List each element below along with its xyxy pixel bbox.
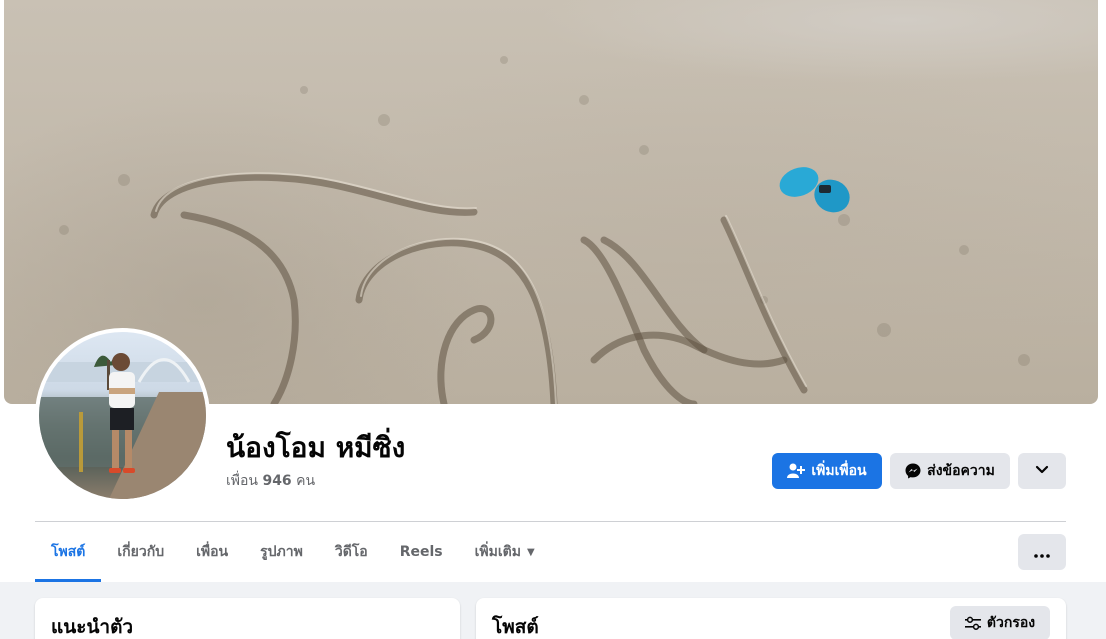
profile-avatar[interactable] bbox=[35, 328, 210, 503]
avatar-photo-art bbox=[39, 353, 206, 499]
intro-card: แนะนำตัว bbox=[35, 598, 460, 639]
add-friend-button[interactable]: เพิ่มเพื่อน bbox=[772, 453, 882, 489]
tab-more-label: เพิ่มเติม bbox=[474, 544, 521, 560]
profile-options-button[interactable] bbox=[1018, 453, 1066, 489]
tab-photos[interactable]: รูปภาพ bbox=[244, 522, 319, 582]
person-plus-icon bbox=[787, 463, 806, 479]
friend-count-number: 946 bbox=[262, 473, 292, 489]
tab-more[interactable]: เพิ่มเติม ▼ bbox=[459, 522, 551, 582]
tab-friends[interactable]: เพื่อน bbox=[180, 522, 244, 582]
tab-posts[interactable]: โพสต์ bbox=[35, 522, 102, 582]
filter-button[interactable]: ตัวกรอง bbox=[950, 606, 1050, 639]
filter-label: ตัวกรอง bbox=[986, 615, 1036, 631]
add-friend-label: เพิ่มเพื่อน bbox=[811, 463, 867, 479]
friend-count[interactable]: เพื่อน 946 คน bbox=[226, 470, 315, 492]
profile-tabs: โพสต์ เกี่ยวกับ เพื่อน รูปภาพ วิดีโอ Ree… bbox=[35, 522, 551, 582]
message-label: ส่งข้อความ bbox=[927, 463, 995, 479]
profile-header: น้องโอม หมีซิ่ง เพื่อน 946 คน เพิ่มเพื่อ… bbox=[0, 0, 1106, 582]
message-button[interactable]: ส่งข้อความ bbox=[890, 453, 1010, 489]
tab-reels[interactable]: Reels bbox=[384, 522, 459, 582]
posts-title: โพสต์ bbox=[492, 616, 539, 638]
sliders-icon bbox=[964, 616, 981, 630]
tab-videos[interactable]: วิดีโอ bbox=[319, 522, 384, 582]
intro-title: แนะนำตัว bbox=[51, 616, 134, 638]
more-dots-icon bbox=[1034, 542, 1050, 563]
friend-count-unit: คน bbox=[296, 473, 316, 489]
chevron-down-icon bbox=[1035, 463, 1049, 479]
profile-name: น้องโอม หมีซิ่ง bbox=[226, 431, 406, 464]
tab-about[interactable]: เกี่ยวกับ bbox=[101, 522, 180, 582]
sandal-shape bbox=[779, 167, 850, 213]
caret-down-icon: ▼ bbox=[526, 546, 535, 558]
messenger-icon bbox=[905, 463, 921, 479]
more-options-button[interactable] bbox=[1018, 534, 1066, 570]
friend-count-label: เพื่อน bbox=[226, 473, 258, 489]
